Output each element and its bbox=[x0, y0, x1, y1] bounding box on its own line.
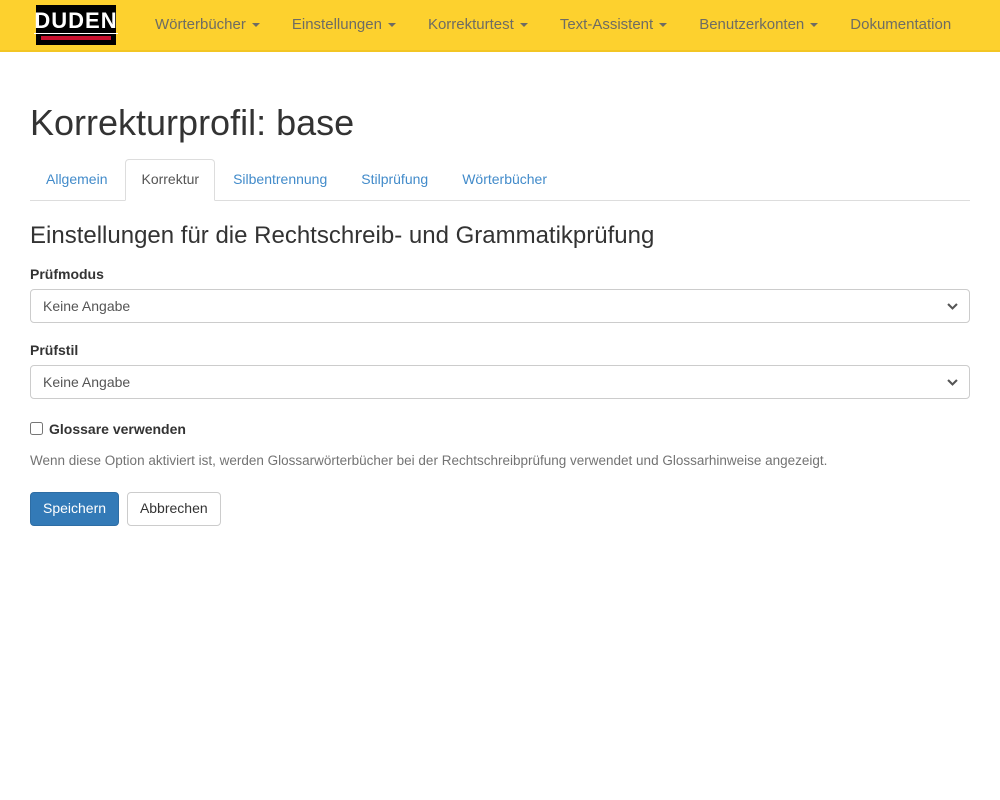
navbar-menu: Wörterbücher Einstellungen Korrekturtest… bbox=[139, 0, 967, 51]
nav-item-text-assistent[interactable]: Text-Assistent bbox=[544, 0, 683, 51]
glossare-label-text: Glossare verwenden bbox=[49, 421, 186, 437]
nav-item-label: Wörterbücher bbox=[155, 16, 246, 33]
glossare-group: Glossare verwenden Wenn diese Option akt… bbox=[30, 421, 970, 469]
pruefstil-label: Prüfstil bbox=[30, 342, 970, 358]
form-actions: Speichern Abbrechen bbox=[30, 492, 970, 526]
tab-woerterbuecher[interactable]: Wörterbücher bbox=[446, 159, 563, 201]
chevron-down-icon bbox=[388, 23, 396, 27]
pruefmodus-group: Prüfmodus Keine Angabe bbox=[30, 266, 970, 323]
main-content: Korrekturprofil: base Allgemein Korrektu… bbox=[30, 101, 970, 526]
nav-item-einstellungen[interactable]: Einstellungen bbox=[276, 0, 412, 51]
duden-logo[interactable]: DUDEN bbox=[36, 5, 116, 45]
chevron-down-icon bbox=[810, 23, 818, 27]
pruefstil-select[interactable]: Keine Angabe bbox=[30, 365, 970, 399]
pruefstil-group: Prüfstil Keine Angabe bbox=[30, 342, 970, 399]
pruefmodus-select[interactable]: Keine Angabe bbox=[30, 289, 970, 323]
glossare-help-text: Wenn diese Option aktiviert ist, werden … bbox=[30, 453, 970, 468]
pruefstil-select-wrap: Keine Angabe bbox=[30, 365, 970, 399]
chevron-down-icon bbox=[520, 23, 528, 27]
tab-korrektur[interactable]: Korrektur bbox=[125, 159, 215, 201]
page-title: Korrekturprofil: base bbox=[30, 101, 970, 144]
duden-logo-text: DUDEN bbox=[34, 10, 117, 34]
nav-item-label: Korrekturtest bbox=[428, 16, 514, 33]
nav-item-dokumentation[interactable]: Dokumentation bbox=[834, 0, 967, 51]
tab-allgemein[interactable]: Allgemein bbox=[30, 159, 123, 201]
pruefmodus-label: Prüfmodus bbox=[30, 266, 970, 282]
chevron-down-icon bbox=[252, 23, 260, 27]
nav-item-label: Text-Assistent bbox=[560, 16, 653, 33]
save-button[interactable]: Speichern bbox=[30, 492, 119, 526]
tab-silbentrennung[interactable]: Silbentrennung bbox=[217, 159, 343, 201]
section-heading: Einstellungen für die Rechtschreib- und … bbox=[30, 222, 970, 250]
korrektur-settings-form: Prüfmodus Keine Angabe Prüfstil Keine An… bbox=[30, 266, 970, 526]
cancel-button[interactable]: Abbrechen bbox=[127, 492, 221, 526]
glossare-checkbox[interactable] bbox=[30, 422, 43, 435]
nav-item-woerterbuecher[interactable]: Wörterbücher bbox=[139, 0, 276, 51]
tab-stilpruefung[interactable]: Stilprüfung bbox=[345, 159, 444, 201]
nav-item-korrekturtest[interactable]: Korrekturtest bbox=[412, 0, 544, 51]
nav-item-label: Dokumentation bbox=[850, 16, 951, 33]
top-navbar: DUDEN Wörterbücher Einstellungen Korrekt… bbox=[0, 0, 1000, 52]
nav-item-label: Einstellungen bbox=[292, 16, 382, 33]
nav-item-benutzerkonten[interactable]: Benutzerkonten bbox=[683, 0, 834, 51]
profile-tabs: Allgemein Korrektur Silbentrennung Stilp… bbox=[30, 159, 970, 201]
duden-logo-red-bar bbox=[41, 36, 111, 40]
chevron-down-icon bbox=[659, 23, 667, 27]
glossare-checkbox-label[interactable]: Glossare verwenden bbox=[30, 421, 186, 437]
nav-item-label: Benutzerkonten bbox=[699, 16, 804, 33]
pruefmodus-select-wrap: Keine Angabe bbox=[30, 289, 970, 323]
